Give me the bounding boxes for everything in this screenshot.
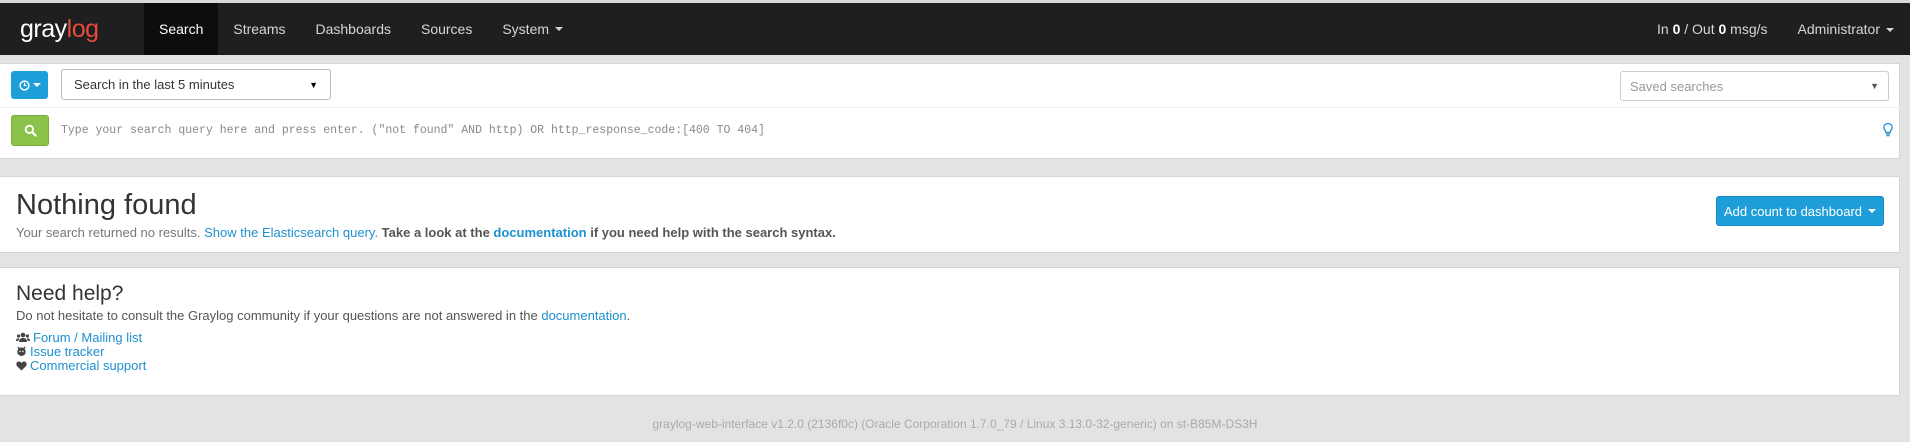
search-icon bbox=[24, 124, 37, 137]
commercial-support-link[interactable]: Commercial support bbox=[30, 358, 146, 373]
lightbulb-icon[interactable] bbox=[1881, 122, 1895, 138]
nav-streams-label: Streams bbox=[233, 21, 286, 37]
saved-searches-placeholder: Saved searches bbox=[1630, 78, 1724, 94]
nav-search-label: Search bbox=[159, 21, 204, 37]
commercial-support-link-row: Commercial support bbox=[16, 358, 146, 373]
saved-searches-select[interactable]: Saved searches ▼ bbox=[1620, 71, 1889, 101]
need-help-panel: Need help? Do not hesitate to consult th… bbox=[0, 267, 1900, 396]
help-text: Do not hesitate to consult the Graylog c… bbox=[16, 308, 630, 323]
logo-text-log: log bbox=[66, 14, 99, 43]
graylog-logo[interactable]: gray log bbox=[0, 3, 144, 55]
time-range-value: Search in the last 5 minutes bbox=[74, 77, 235, 92]
throughput-out-label: / Out bbox=[1680, 21, 1719, 37]
result-message: Your search returned no results. Show th… bbox=[16, 225, 836, 240]
top-navbar: gray log Search Streams Dashboards Source… bbox=[0, 3, 1910, 55]
nav-sources[interactable]: Sources bbox=[406, 3, 487, 55]
users-icon bbox=[16, 332, 30, 342]
nav-dashboards-label: Dashboards bbox=[315, 21, 391, 37]
footer-version: graylog-web-interface v1.2.0 (2136f0c) (… bbox=[652, 417, 1258, 431]
help-text-body: Do not hesitate to consult the Graylog c… bbox=[16, 308, 542, 323]
user-menu-dropdown[interactable]: Administrator bbox=[1798, 21, 1894, 37]
forum-link-row: Forum / Mailing list bbox=[16, 330, 142, 345]
throughput-in-label: In bbox=[1657, 21, 1673, 37]
nav-system-label: System bbox=[502, 21, 550, 37]
user-name: Administrator bbox=[1797, 21, 1880, 37]
result-doc-hint: Take a look at the documentation if you … bbox=[382, 225, 836, 240]
help-title: Need help? bbox=[16, 282, 124, 305]
time-range-select[interactable]: Search in the last 5 minutes ▼ bbox=[61, 69, 331, 100]
caret-down-icon bbox=[1886, 28, 1894, 33]
result-bold-2: if you need help with the search syntax. bbox=[586, 225, 836, 240]
search-query-input[interactable] bbox=[55, 115, 1875, 146]
divider bbox=[0, 107, 1900, 108]
throughput-unit: msg/s bbox=[1726, 21, 1768, 37]
logo-text-gray: gray bbox=[20, 14, 67, 43]
caret-down-icon bbox=[555, 27, 564, 31]
add-count-label: Add count to dashboard bbox=[1723, 203, 1863, 219]
result-bold-1: Take a look at the bbox=[381, 225, 494, 240]
heart-icon bbox=[16, 361, 27, 371]
github-icon bbox=[17, 346, 26, 356]
chevron-down-icon: ▼ bbox=[1870, 81, 1879, 91]
show-es-query-link[interactable]: Show the Elasticsearch query bbox=[204, 225, 374, 240]
nav-streams[interactable]: Streams bbox=[218, 3, 300, 55]
issue-tracker-link-row: Issue tracker bbox=[16, 344, 104, 359]
nav-search[interactable]: Search bbox=[144, 3, 219, 55]
search-bar: Search in the last 5 minutes ▼ Saved sear… bbox=[0, 63, 1900, 159]
select-arrow-icon: ▼ bbox=[309, 79, 318, 90]
add-count-to-dashboard-button[interactable]: Add count to dashboard bbox=[1716, 196, 1884, 226]
search-submit-button[interactable] bbox=[11, 115, 49, 146]
time-range-type-button[interactable] bbox=[11, 71, 48, 99]
help-text-end: . bbox=[626, 308, 631, 323]
issue-tracker-link[interactable]: Issue tracker bbox=[30, 344, 104, 359]
forum-mailing-list-link[interactable]: Forum / Mailing list bbox=[33, 330, 142, 345]
nav-sources-label: Sources bbox=[420, 21, 473, 37]
result-text-2: . bbox=[374, 225, 382, 240]
clock-icon bbox=[18, 79, 30, 91]
caret-down-icon bbox=[1868, 209, 1877, 213]
result-documentation-link[interactable]: documentation bbox=[493, 225, 586, 240]
nav-dashboards[interactable]: Dashboards bbox=[300, 3, 406, 55]
result-text-1: Your search returned no results. bbox=[16, 225, 205, 240]
result-title: Nothing found bbox=[16, 189, 197, 221]
help-documentation-link[interactable]: documentation bbox=[541, 308, 626, 323]
nav-right: In 0 / Out 0 msg/s Administrator bbox=[1657, 3, 1910, 55]
search-result-panel: Nothing found Your search returned no re… bbox=[0, 176, 1900, 253]
nav-system-dropdown[interactable]: System bbox=[487, 3, 578, 55]
throughput-indicator: In 0 / Out 0 msg/s bbox=[1657, 21, 1768, 37]
caret-down-icon bbox=[32, 83, 41, 87]
